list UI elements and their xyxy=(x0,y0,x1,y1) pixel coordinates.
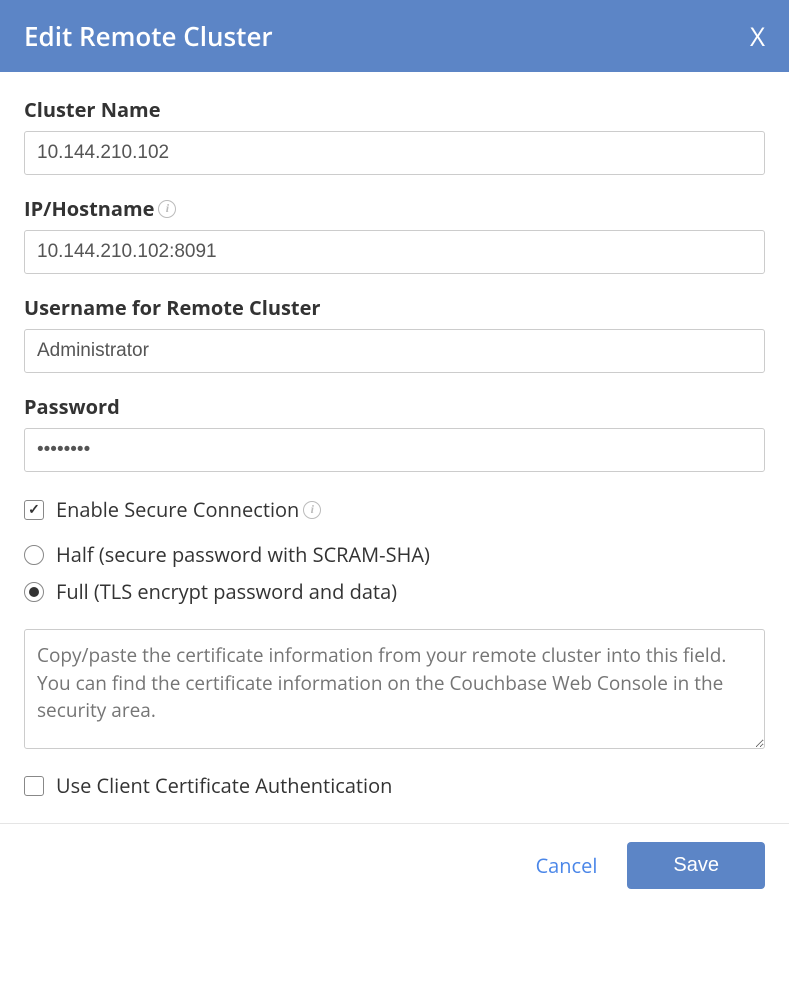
cluster-name-label: Cluster Name xyxy=(24,96,765,123)
username-group: Username for Remote Cluster xyxy=(24,294,765,373)
client-cert-row[interactable]: Use Client Certificate Authentication xyxy=(24,772,765,799)
ip-hostname-group: IP/Hostname i xyxy=(24,195,765,274)
info-icon[interactable]: i xyxy=(303,501,321,519)
save-button[interactable]: Save xyxy=(627,842,765,889)
ip-hostname-label: IP/Hostname xyxy=(24,195,154,222)
dialog-title: Edit Remote Cluster xyxy=(24,18,273,54)
close-icon[interactable]: X xyxy=(750,23,765,49)
client-cert-label: Use Client Certificate Authentication xyxy=(56,772,392,799)
dialog-footer: Cancel Save xyxy=(0,823,789,907)
cluster-name-group: Cluster Name xyxy=(24,96,765,175)
cancel-button[interactable]: Cancel xyxy=(536,852,598,879)
radio-half[interactable]: Half (secure password with SCRAM-SHA) xyxy=(24,541,765,568)
cluster-name-input[interactable] xyxy=(24,131,765,175)
password-group: Password xyxy=(24,393,765,472)
client-cert-checkbox[interactable] xyxy=(24,776,44,796)
radio-full-label: Full (TLS encrypt password and data) xyxy=(56,578,397,605)
secure-mode-radio-group: Half (secure password with SCRAM-SHA) Fu… xyxy=(24,541,765,605)
enable-secure-label: Enable Secure Connection xyxy=(56,496,299,523)
radio-half-label: Half (secure password with SCRAM-SHA) xyxy=(56,541,430,568)
info-icon[interactable]: i xyxy=(158,200,176,218)
username-input[interactable] xyxy=(24,329,765,373)
dialog-header: Edit Remote Cluster X xyxy=(0,0,789,72)
radio-full[interactable]: Full (TLS encrypt password and data) xyxy=(24,578,765,605)
dialog-body: Cluster Name IP/Hostname i Username for … xyxy=(0,72,789,823)
password-input[interactable] xyxy=(24,428,765,472)
enable-secure-checkbox[interactable] xyxy=(24,500,44,520)
password-label: Password xyxy=(24,393,765,420)
certificate-textarea[interactable] xyxy=(24,629,765,749)
radio-half-circle[interactable] xyxy=(24,545,44,565)
radio-full-circle[interactable] xyxy=(24,582,44,602)
ip-hostname-input[interactable] xyxy=(24,230,765,274)
enable-secure-row[interactable]: Enable Secure Connection i xyxy=(24,496,765,523)
username-label: Username for Remote Cluster xyxy=(24,294,765,321)
